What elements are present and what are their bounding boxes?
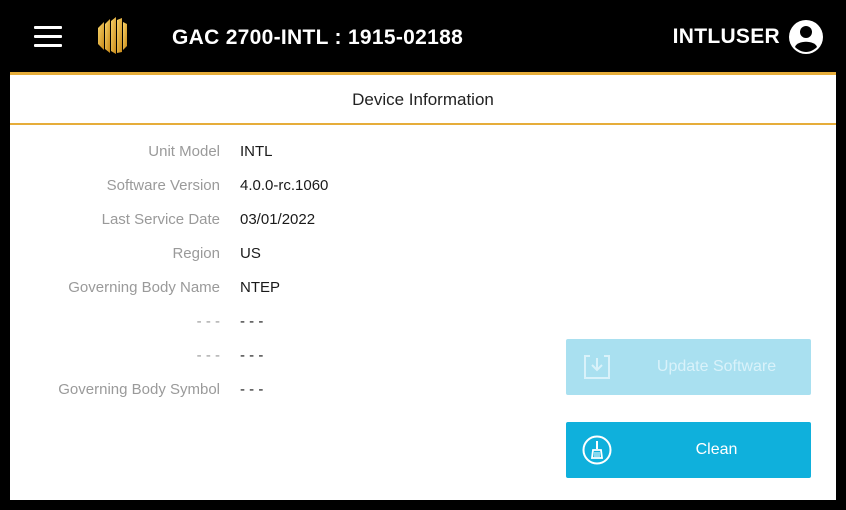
hamburger-menu-icon[interactable] [32, 24, 64, 50]
update-software-label: Update Software [656, 358, 777, 375]
info-label: Region [172, 245, 220, 262]
app-frame: GAC 2700-INTL : 1915-02188 INTLUSER Devi… [10, 0, 836, 500]
info-label: Governing Body Name [68, 279, 220, 296]
info-value: 4.0.0-rc.1060 [240, 177, 329, 194]
info-value: NTEP [240, 279, 281, 296]
top-bar: GAC 2700-INTL : 1915-02188 INTLUSER [10, 0, 836, 72]
info-value: US [240, 245, 261, 262]
section-title: Device Information [352, 90, 494, 109]
info-label: Unit Model [148, 143, 220, 160]
download-icon [584, 355, 610, 379]
broom-icon [582, 435, 612, 465]
info-label: Software Version [106, 177, 220, 194]
info-label: - - - [196, 347, 220, 364]
info-value: - - - [240, 347, 264, 364]
info-value: - - - [240, 313, 264, 330]
user-account-icon [789, 20, 823, 54]
section-divider [10, 123, 836, 125]
info-value: 03/01/2022 [240, 211, 316, 228]
info-label: Last Service Date [101, 211, 220, 228]
info-label: Governing Body Symbol [58, 381, 220, 398]
clean-label: Clean [695, 441, 738, 458]
username-label: INTLUSER [672, 25, 780, 48]
device-title: GAC 2700-INTL : 1915-02188 [172, 26, 464, 49]
brand-logo-icon [98, 17, 127, 54]
info-value: - - - [240, 381, 264, 398]
info-value: INTL [240, 143, 273, 160]
clean-button[interactable]: Clean [566, 422, 811, 478]
info-label: - - - [196, 313, 220, 330]
user-account-menu[interactable]: INTLUSER [673, 18, 824, 56]
update-software-button[interactable]: Update Software [566, 339, 811, 395]
